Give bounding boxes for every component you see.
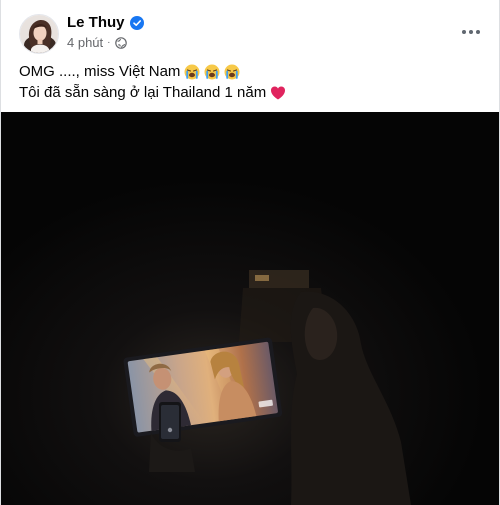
photo-dark-room-screen [1, 112, 499, 505]
verified-badge-icon [129, 15, 144, 30]
more-dot [476, 30, 480, 34]
avatar-photo [20, 15, 58, 53]
post-timestamp[interactable]: 4 phút [67, 35, 103, 50]
text-line-1: OMG ...., miss Việt Nam [19, 63, 181, 80]
post-text-line-2: Tôi đã sẵn sàng ở lại Thailand 1 năm [19, 83, 479, 103]
author-avatar[interactable] [19, 14, 59, 54]
crying-face-emoji-icon [204, 64, 220, 80]
facebook-post: Le Thuy 4 phút · OMG ...., miss Việt Nam… [0, 0, 500, 505]
post-header: Le Thuy 4 phút · [1, 0, 500, 62]
post-text: OMG ...., miss Việt Nam Tôi đã sẵn sàng … [19, 62, 479, 104]
more-dot [462, 30, 466, 34]
crying-face-emoji-icon [184, 64, 200, 80]
more-dot [469, 30, 473, 34]
post-meta: 4 phút · [67, 35, 127, 50]
post-text-line-1: OMG ...., miss Việt Nam [19, 62, 479, 82]
more-options-button[interactable] [453, 18, 489, 46]
meta-separator: · [107, 37, 111, 48]
post-photo[interactable] [1, 112, 499, 505]
author-row: Le Thuy [67, 14, 144, 31]
red-heart-emoji-icon [270, 85, 286, 101]
author-name[interactable]: Le Thuy [67, 14, 125, 31]
crying-face-emoji-icon [224, 64, 240, 80]
text-line-2: Tôi đã sẵn sàng ở lại Thailand 1 năm [19, 84, 267, 101]
globe-icon[interactable] [114, 36, 127, 49]
